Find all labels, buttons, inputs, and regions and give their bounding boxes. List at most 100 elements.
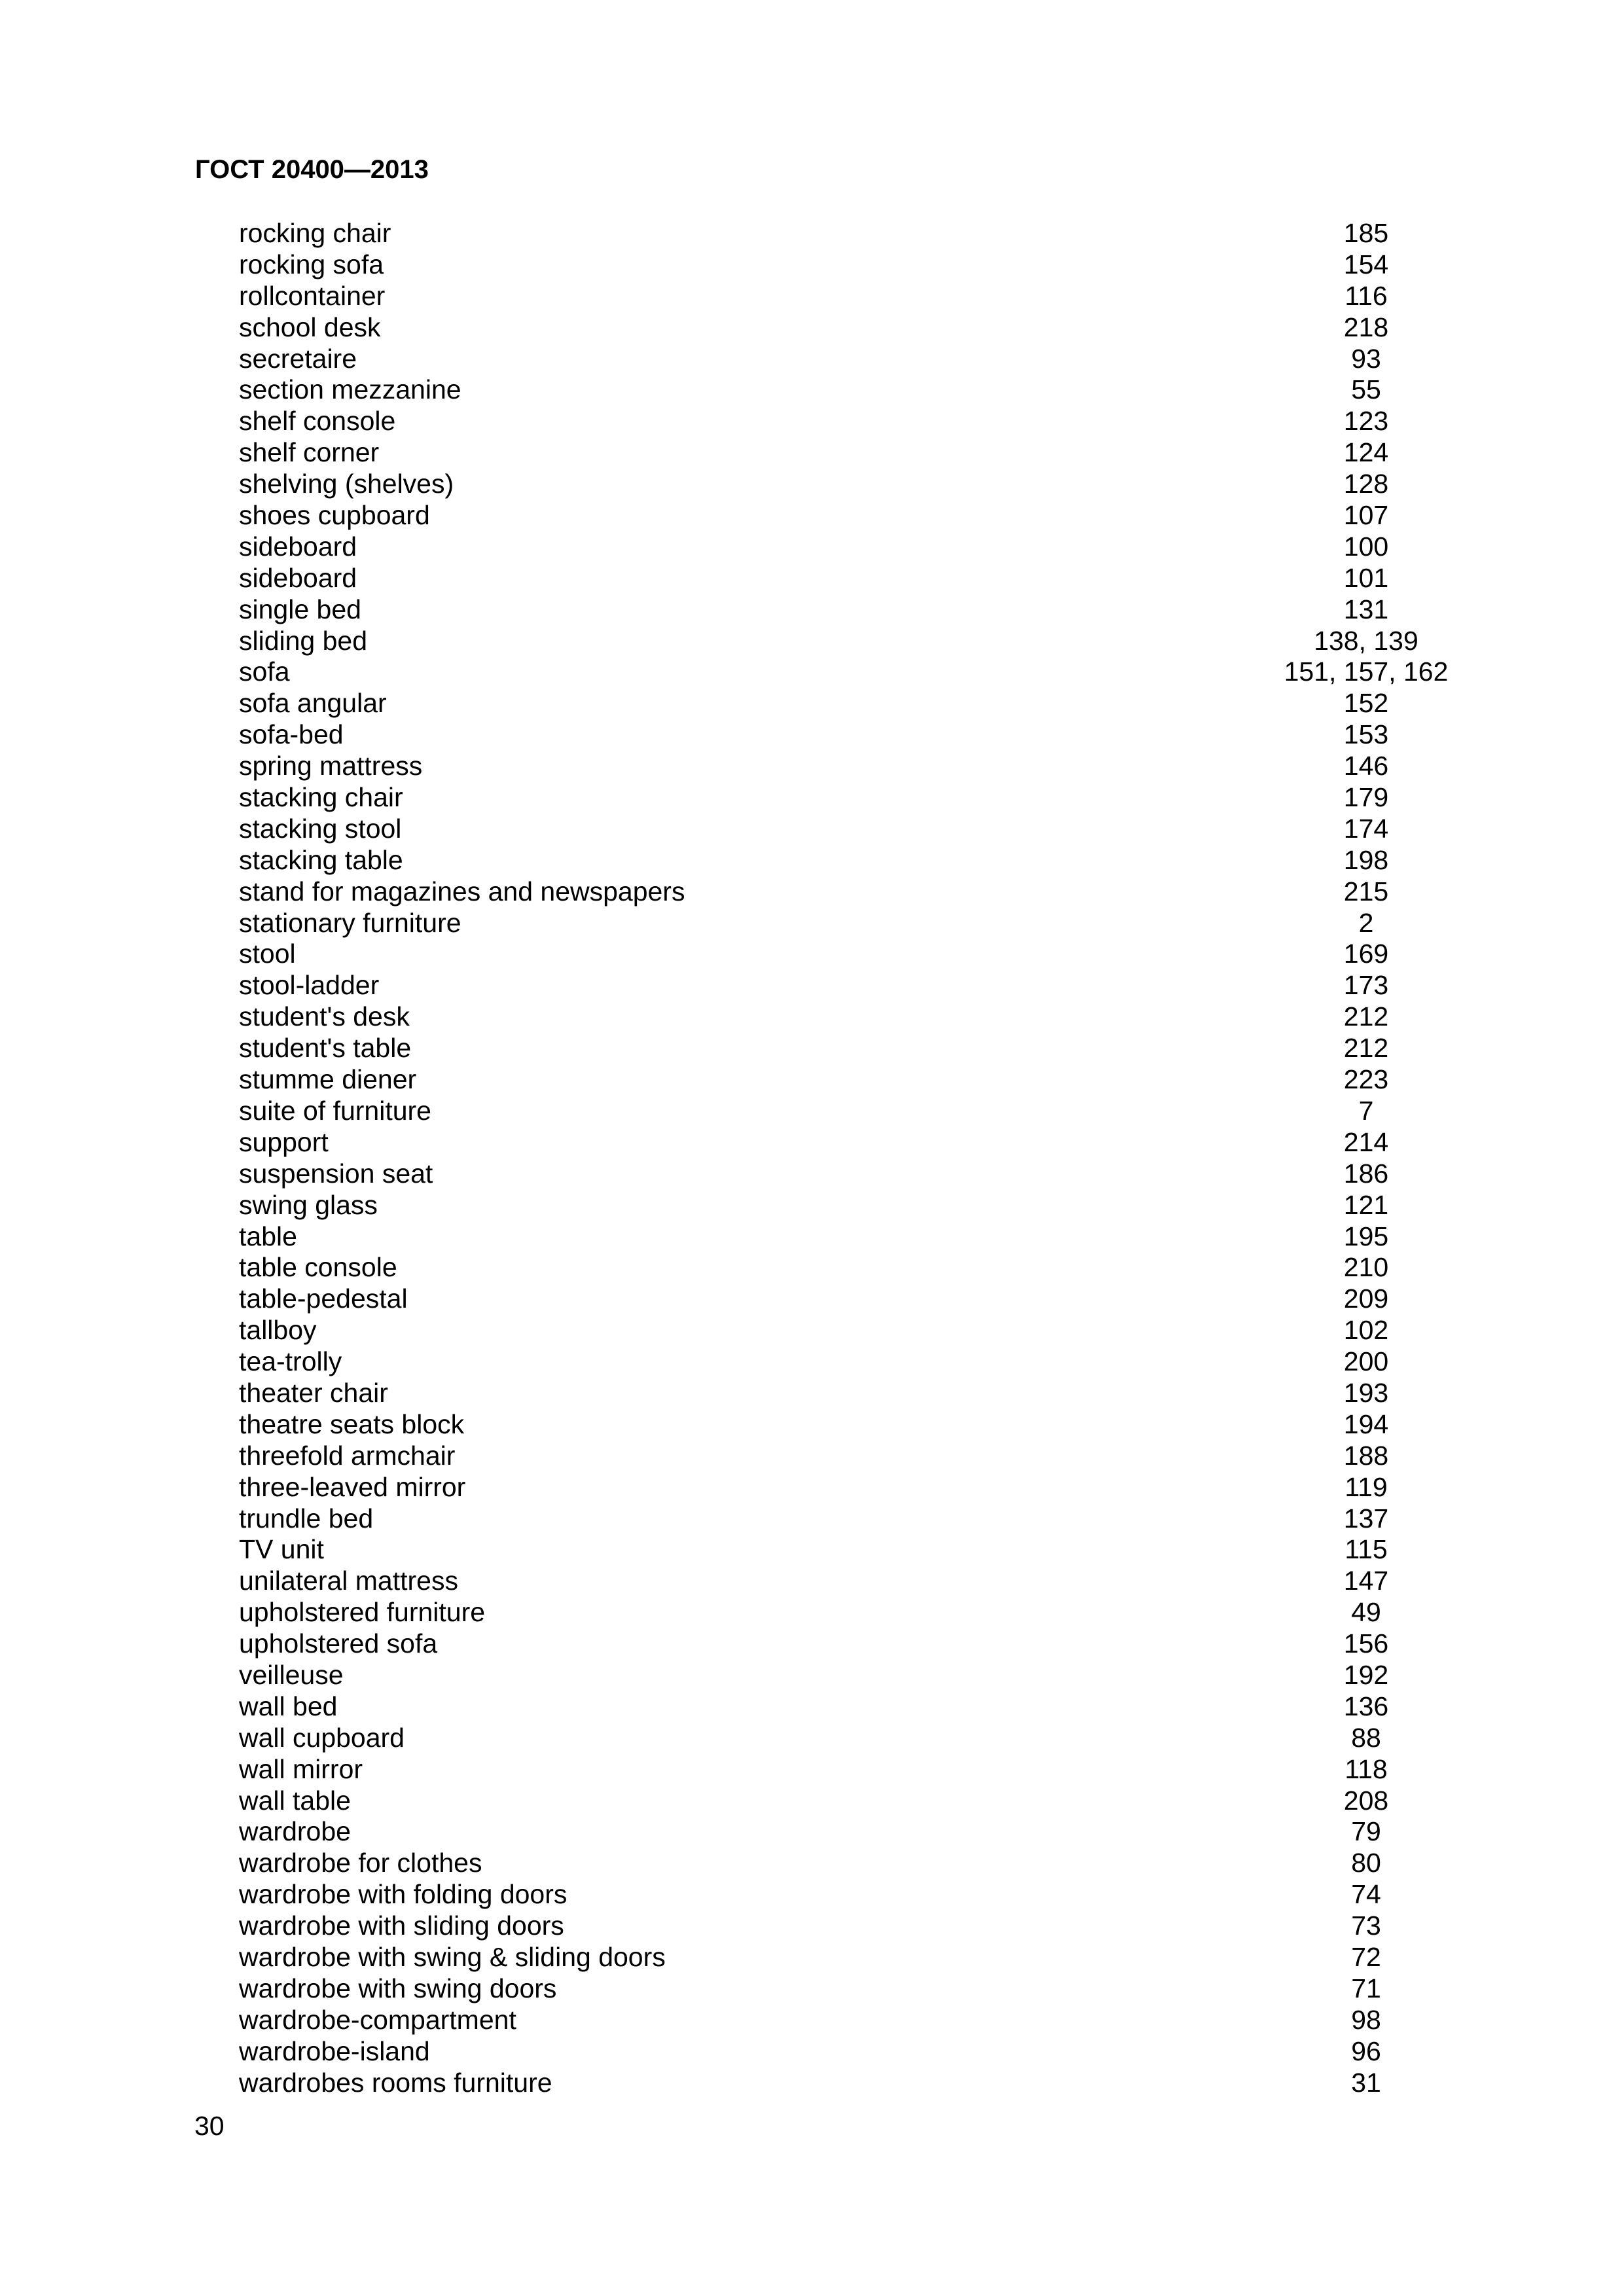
- index-term: student's table: [239, 1033, 412, 1064]
- index-entry: wardrobe with swing doors 71: [0, 1973, 1624, 2005]
- alphabetical-index-list: rocking chair 185 rocking sofa 154 rollconta…: [0, 218, 1624, 2098]
- index-term-number: 186: [1343, 1158, 1389, 1189]
- index-entry: wardrobe-island 96: [0, 2036, 1624, 2068]
- index-term-number: 192: [1343, 1659, 1389, 1690]
- index-entry: shoes cupboard 107: [0, 500, 1624, 531]
- index-term-number: 214: [1343, 1126, 1389, 1157]
- index-term-number: 124: [1343, 437, 1389, 468]
- index-term: table: [239, 1221, 297, 1251]
- index-term: stand for magazines and newspapers: [239, 876, 685, 906]
- index-entry: suspension seat 186: [0, 1158, 1624, 1190]
- index-entry: wall mirror 118: [0, 1754, 1624, 1785]
- index-entry: table-pedestal 209: [0, 1283, 1624, 1315]
- index-entry: table 195: [0, 1221, 1624, 1253]
- index-entry: stumme diener 223: [0, 1064, 1624, 1096]
- index-term-number: 209: [1343, 1283, 1389, 1314]
- index-term: trundle bed: [239, 1503, 374, 1534]
- index-entry: sliding bed 138, 139: [0, 626, 1624, 657]
- index-entry: theater chair 193: [0, 1378, 1624, 1409]
- index-term: student's desk: [239, 1001, 410, 1032]
- index-term-number: 212: [1343, 1033, 1389, 1064]
- index-term: wall cupboard: [239, 1722, 405, 1753]
- index-term-number: 151, 157, 162: [1284, 656, 1449, 687]
- index-term: spring mattress: [239, 751, 423, 781]
- index-term: stacking chair: [239, 782, 403, 813]
- index-term-number: 198: [1343, 844, 1389, 875]
- index-term: sofa-bed: [239, 719, 344, 750]
- index-term-number: 31: [1351, 2067, 1381, 2098]
- index-term: wall mirror: [239, 1753, 363, 1784]
- index-term-number: 212: [1343, 1001, 1389, 1032]
- index-term: table console: [239, 1252, 397, 1283]
- index-term-number: 156: [1343, 1628, 1389, 1659]
- index-term-number: 121: [1343, 1189, 1389, 1220]
- index-term-number: 153: [1343, 719, 1389, 750]
- index-entry: suite of furniture 7: [0, 1096, 1624, 1127]
- index-term: unilateral mattress: [239, 1566, 458, 1596]
- index-term: stacking stool: [239, 813, 402, 844]
- index-entry: sofa angular 152: [0, 688, 1624, 719]
- index-term: shelf console: [239, 406, 396, 437]
- index-term: upholstered furniture: [239, 1597, 486, 1628]
- index-entry: trundle bed 137: [0, 1503, 1624, 1535]
- index-term: three-leaved mirror: [239, 1471, 466, 1502]
- index-term: sofa: [239, 656, 290, 687]
- index-entry: TV unit 115: [0, 1534, 1624, 1566]
- index-term: secretaire: [239, 343, 357, 374]
- index-term-number: 174: [1343, 813, 1389, 844]
- index-entry: veilleuse 192: [0, 1660, 1624, 1691]
- index-entry: tea-trolly 200: [0, 1346, 1624, 1378]
- index-term: wall table: [239, 1785, 351, 1816]
- index-term: rocking chair: [239, 218, 391, 248]
- index-term: section mezzanine: [239, 374, 461, 405]
- index-entry: student's desk 212: [0, 1001, 1624, 1033]
- index-term: wardrobe with folding doors: [239, 1879, 568, 1910]
- index-term: veilleuse: [239, 1659, 344, 1690]
- index-entry: wardrobe-compartment 98: [0, 2005, 1624, 2036]
- index-term-number: 116: [1344, 280, 1388, 311]
- index-term: sliding bed: [239, 625, 368, 656]
- index-entry: stand for magazines and newspapers 215: [0, 876, 1624, 908]
- index-term: shelf corner: [239, 437, 380, 468]
- index-entry: stacking chair 179: [0, 782, 1624, 814]
- index-term: school desk: [239, 312, 381, 342]
- index-term: support: [239, 1126, 329, 1157]
- index-entry: sideboard 100: [0, 531, 1624, 563]
- index-term: upholstered sofa: [239, 1628, 438, 1659]
- page-number: 30: [194, 2111, 225, 2141]
- index-term-number: 131: [1343, 594, 1389, 624]
- index-entry: school desk 218: [0, 312, 1624, 344]
- index-term: shelving (shelves): [239, 469, 454, 499]
- index-entry: shelf console 123: [0, 406, 1624, 437]
- index-entry: wardrobe with folding doors 74: [0, 1879, 1624, 1910]
- index-term: stool-ladder: [239, 970, 380, 1001]
- index-entry: wardrobe 79: [0, 1816, 1624, 1848]
- index-term: wardrobe with swing doors: [239, 1973, 557, 2003]
- index-term: TV unit: [239, 1534, 324, 1565]
- index-entry: upholstered furniture 49: [0, 1597, 1624, 1628]
- index-term: stacking table: [239, 844, 403, 875]
- index-entry: table console 210: [0, 1252, 1624, 1283]
- index-term-number: 136: [1343, 1691, 1389, 1721]
- index-entry: rocking chair 185: [0, 218, 1624, 249]
- index-term-number: 137: [1343, 1503, 1389, 1534]
- index-entry: three-leaved mirror 119: [0, 1472, 1624, 1503]
- index-term: theater chair: [239, 1377, 388, 1408]
- index-term-number: 80: [1351, 1848, 1381, 1878]
- index-term: table-pedestal: [239, 1283, 408, 1314]
- index-entry: rollcontainer 116: [0, 281, 1624, 312]
- index-entry: wall table 208: [0, 1785, 1624, 1817]
- index-entry: swing glass 121: [0, 1190, 1624, 1221]
- index-term: stool: [239, 939, 296, 969]
- index-term: wall bed: [239, 1691, 338, 1721]
- index-term: wardrobe: [239, 1816, 351, 1847]
- index-term: wardrobe with swing & sliding doors: [239, 1941, 666, 1972]
- index-term-number: 128: [1343, 469, 1389, 499]
- index-term-number: 102: [1343, 1315, 1389, 1346]
- index-entry: upholstered sofa 156: [0, 1628, 1624, 1660]
- index-entry: sofa 151, 157, 162: [0, 656, 1624, 688]
- index-term: sideboard: [239, 531, 357, 562]
- index-term-number: 55: [1351, 374, 1381, 405]
- index-term-number: 152: [1343, 688, 1389, 719]
- index-term: sideboard: [239, 562, 357, 593]
